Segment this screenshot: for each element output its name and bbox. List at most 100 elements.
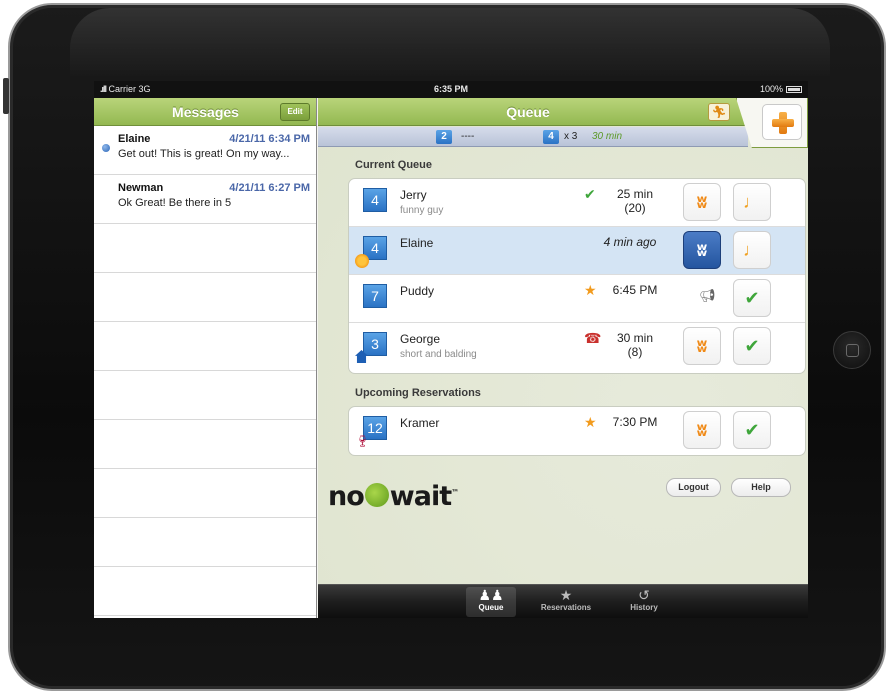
queue-row-elaine[interactable]: 4 Elaine 4 min ago ʬ ♩: [349, 227, 805, 275]
message-text: Get out! This is great! On my way...: [118, 148, 290, 160]
summary-text-a: ----: [461, 131, 475, 142]
message-date: 4/21/11 6:34 PM: [229, 133, 310, 145]
status-time: 6:35 PM: [433, 84, 468, 94]
battery-indicator: 100%: [760, 81, 802, 98]
tab-history[interactable]: ↺ History: [618, 587, 670, 617]
current-queue-title: Current Queue: [355, 159, 433, 171]
sun-icon: [355, 254, 369, 268]
rss-icon: ʬ: [696, 192, 708, 213]
message-item[interactable]: Newman 4/21/11 6:27 PM Ok Great! Be ther…: [94, 175, 316, 224]
summary-count-a: 2: [436, 130, 452, 144]
notify-button[interactable]: ʬ: [683, 183, 721, 221]
wait-primary: 30 min: [616, 331, 654, 345]
wine-glass-icon: 🍷︎: [355, 434, 371, 448]
messages-panel: Messages Edit Elaine 4/21/11 6:34 PM Get…: [94, 98, 317, 618]
queue-summary-bar: 2 ---- 4 x 3 30 min: [318, 127, 748, 147]
guest-name: Kramer: [400, 416, 440, 430]
seat-button[interactable]: ♩: [733, 231, 771, 269]
message-item[interactable]: Elaine 4/21/11 6:34 PM Get out! This is …: [94, 126, 316, 175]
tab-label: History: [630, 603, 658, 612]
empty-row: [94, 518, 316, 567]
plus-icon: [772, 112, 794, 134]
battery-icon: [786, 86, 802, 93]
check-icon: ✔: [584, 186, 596, 202]
empty-row: [94, 567, 316, 616]
summary-count-b: 4: [543, 130, 559, 144]
logo-icon: [364, 483, 389, 507]
empty-row: [94, 371, 316, 420]
side-switch: [3, 78, 9, 114]
logo-trademark: ™: [451, 488, 459, 497]
star-icon: ★: [584, 414, 597, 430]
status-bar: .ıll Carrier 3G 6:35 PM 100%: [94, 81, 808, 98]
queue-panel: Queue 🏃︎ 2 ---- 4 x 3 30 min Current Que…: [318, 98, 808, 618]
party-size-badge: 3: [363, 332, 387, 356]
check-icon: ✔: [744, 336, 760, 356]
seat-button[interactable]: ♩: [733, 183, 771, 221]
notify-button[interactable]: ʬ: [683, 231, 721, 269]
upcoming-reservations-list: 12 🍷︎ Kramer ★ 7:30 PM ʬ ✔: [348, 406, 806, 456]
add-party-button[interactable]: [762, 104, 802, 140]
guest-name: Puddy: [400, 284, 435, 298]
queue-row-george[interactable]: 3 George short and balding ☎ 30 min (8) ʬ…: [349, 323, 805, 371]
screen: .ıll Carrier 3G 6:35 PM 100% Messages Ed…: [94, 81, 808, 618]
current-queue-list: 4 Jerry funny guy ✔ 25 min (20) ʬ ♩ 4 Ela…: [348, 178, 806, 374]
message-date: 4/21/11 6:27 PM: [229, 182, 310, 194]
empty-row: [94, 322, 316, 371]
wait-time: 30 min (8): [605, 331, 665, 359]
logo-text-left: no: [328, 481, 365, 512]
guest-name: Elaine: [400, 236, 434, 250]
bezel-shine: [70, 8, 830, 78]
megaphone-icon[interactable]: 📢︎: [699, 288, 716, 304]
guest-note: short and balding: [400, 349, 477, 360]
logout-button[interactable]: Logout: [666, 478, 721, 497]
wait-time: 4 min ago: [603, 235, 657, 249]
queue-row-puddy[interactable]: 7 Puddy ★ 6:45 PM 📢︎ ✔: [349, 275, 805, 323]
rss-icon: ʬ: [696, 240, 708, 261]
person-walking-icon[interactable]: 🏃︎: [708, 103, 730, 121]
guest-name: George: [400, 332, 441, 346]
empty-row: [94, 224, 316, 273]
tab-bar: ♟♟ Queue ★ Reservations ↺ History: [318, 584, 808, 618]
notify-button[interactable]: ʬ: [683, 327, 721, 365]
logo-text-right: wait: [389, 481, 452, 512]
nowait-logo: no wait™: [328, 481, 459, 512]
check-in-button[interactable]: ✔: [733, 327, 771, 365]
notify-button[interactable]: ʬ: [683, 411, 721, 449]
check-icon: ✔: [744, 420, 760, 440]
messages-header: Messages Edit: [94, 98, 316, 126]
reservation-row-kramer[interactable]: 12 🍷︎ Kramer ★ 7:30 PM ʬ ✔: [349, 407, 805, 455]
wait-time: 25 min (20): [605, 187, 665, 215]
wait-primary: 25 min: [616, 187, 654, 201]
tab-reservations[interactable]: ★ Reservations: [534, 587, 598, 617]
queue-row-jerry[interactable]: 4 Jerry funny guy ✔ 25 min (20) ʬ ♩: [349, 179, 805, 227]
check-icon: ✔: [744, 288, 760, 308]
home-button[interactable]: [833, 331, 871, 369]
empty-row: [94, 273, 316, 322]
star-icon: ★: [559, 587, 573, 603]
summary-text-b: x 3: [564, 131, 578, 142]
summary-wait: 30 min: [592, 131, 623, 142]
people-icon: ♟♟: [478, 587, 504, 603]
check-in-button[interactable]: ✔: [733, 411, 771, 449]
party-size-badge: 7: [363, 284, 387, 308]
rss-icon: ʬ: [696, 420, 708, 441]
queue-header: Queue 🏃︎: [318, 98, 808, 126]
history-icon: ↺: [638, 587, 650, 603]
phone-icon: ☎: [584, 330, 602, 346]
chair-icon: ♩: [743, 240, 761, 260]
guest-name: Jerry: [400, 188, 427, 202]
help-button[interactable]: Help: [731, 478, 791, 497]
tab-queue[interactable]: ♟♟ Queue: [466, 587, 516, 617]
party-size-badge: 4: [363, 188, 387, 212]
empty-row: [94, 469, 316, 518]
empty-row: [94, 420, 316, 469]
message-sender: Elaine: [118, 133, 151, 145]
queue-title: Queue: [506, 104, 550, 120]
battery-text: 100%: [759, 84, 783, 94]
wait-time: 6:45 PM: [612, 283, 658, 297]
message-text: Ok Great! Be there in 5: [118, 197, 232, 209]
edit-button[interactable]: Edit: [280, 103, 310, 121]
add-tab: [736, 98, 808, 148]
check-in-button[interactable]: ✔: [733, 279, 771, 317]
